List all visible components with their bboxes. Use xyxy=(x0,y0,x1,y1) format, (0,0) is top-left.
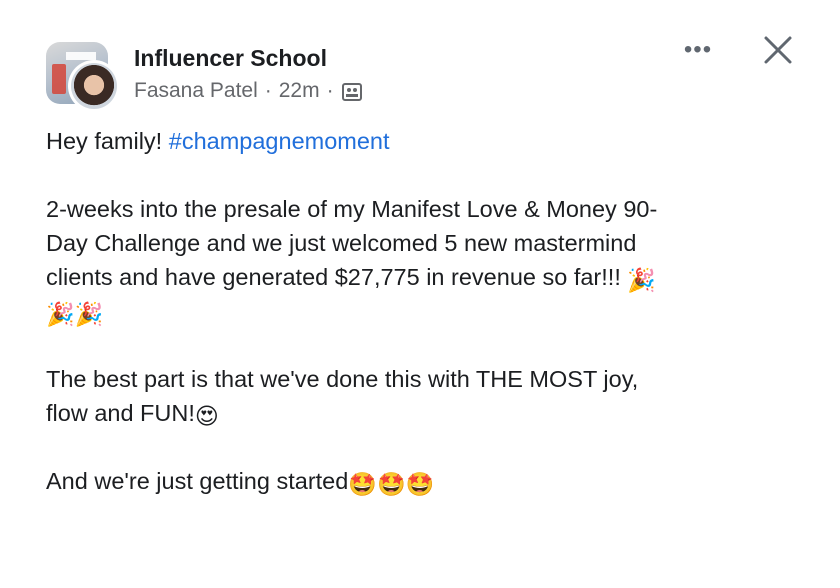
party-popper-emoji: 🎉 xyxy=(627,267,657,293)
post-line: flow and FUN!😍 xyxy=(46,396,806,430)
meta-separator: · xyxy=(264,79,272,102)
more-options-button[interactable]: ••• xyxy=(678,36,718,64)
post-line: Day Challenge and we just welcomed 5 new… xyxy=(46,230,637,256)
post-line: Hey family! #champagnemoment xyxy=(46,124,806,158)
close-icon xyxy=(764,36,792,64)
post-line-text: clients and have generated $27,775 in re… xyxy=(46,264,621,290)
post-header: Influencer School Fasana Patel · 22m · xyxy=(134,44,362,104)
post-line-text: And we're just getting started xyxy=(46,468,349,494)
author-avatar[interactable] xyxy=(68,60,120,112)
star-struck-emoji: 🤩 xyxy=(405,471,435,497)
post-line: And we're just getting started🤩🤩🤩 xyxy=(46,464,806,498)
greeting-text: Hey family! xyxy=(46,128,169,154)
meta-separator: · xyxy=(326,79,334,102)
avatar-stack[interactable] xyxy=(46,42,126,114)
post-line: 2-weeks into the presale of my Manifest … xyxy=(46,196,658,222)
post-line: The best part is that we've done this wi… xyxy=(46,366,639,392)
hashtag-link[interactable]: #champagnemoment xyxy=(169,128,390,154)
post-line: 🎉🎉 xyxy=(46,294,806,328)
post-body: Hey family! #champagnemoment 2-weeks int… xyxy=(46,124,806,498)
close-button[interactable] xyxy=(760,32,796,68)
heart-eyes-emoji: 😍 xyxy=(194,403,219,429)
author-name-link[interactable]: Fasana Patel xyxy=(134,78,258,104)
post-meta: Fasana Patel · 22m · xyxy=(134,78,362,104)
post-line: clients and have generated $27,775 in re… xyxy=(46,260,806,294)
post-line-text: flow and FUN! xyxy=(46,400,195,426)
group-privacy-icon xyxy=(341,82,362,101)
star-struck-emoji: 🤩 xyxy=(348,471,377,497)
party-popper-emoji: 🎉 xyxy=(74,301,104,327)
party-popper-emoji: 🎉 xyxy=(46,301,75,327)
group-name-link[interactable]: Influencer School xyxy=(134,44,362,72)
post-timestamp[interactable]: 22m xyxy=(279,78,320,104)
post-card: Influencer School Fasana Patel · 22m · •… xyxy=(0,0,840,588)
star-struck-emoji: 🤩 xyxy=(376,471,406,497)
